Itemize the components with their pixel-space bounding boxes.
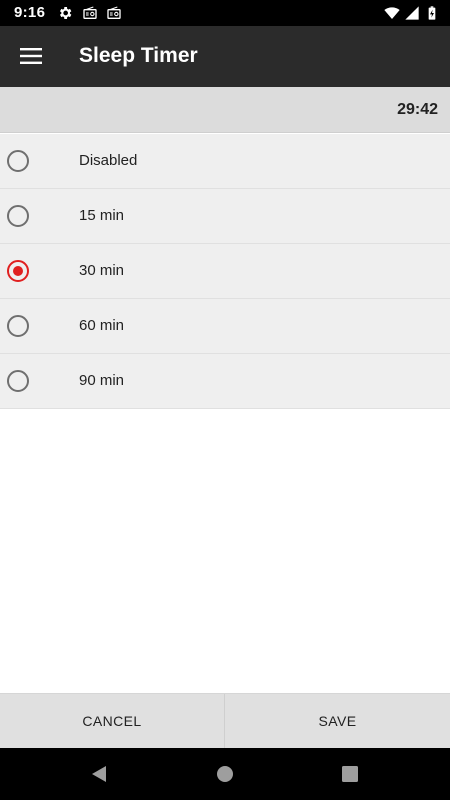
radio-button[interactable] bbox=[7, 205, 29, 227]
save-button[interactable]: SAVE bbox=[225, 694, 450, 748]
option-60-min[interactable]: 60 min bbox=[0, 299, 450, 354]
radio-button[interactable] bbox=[7, 370, 29, 392]
option-label: 15 min bbox=[79, 207, 125, 224]
timer-options-list: Disabled 15 min 30 min 60 min 90 min bbox=[0, 134, 450, 409]
option-label: Disabled bbox=[79, 152, 138, 169]
button-bar: CANCEL SAVE bbox=[0, 693, 450, 748]
cancel-button[interactable]: CANCEL bbox=[0, 694, 225, 748]
option-disabled[interactable]: Disabled bbox=[0, 134, 450, 189]
home-icon[interactable] bbox=[215, 764, 235, 784]
option-label: 90 min bbox=[79, 372, 125, 389]
option-15-min[interactable]: 15 min bbox=[0, 189, 450, 244]
recents-icon[interactable] bbox=[340, 764, 360, 784]
radio-icon bbox=[83, 6, 97, 19]
radio-button-selected[interactable] bbox=[7, 260, 29, 282]
battery-charging-icon bbox=[428, 6, 436, 20]
remaining-time-bar: 29:42 bbox=[0, 87, 450, 133]
back-icon[interactable] bbox=[89, 764, 109, 784]
status-bar: 9:16 bbox=[0, 0, 450, 26]
status-time: 9:16 bbox=[14, 4, 46, 21]
option-label: 60 min bbox=[79, 317, 125, 334]
radio-icon bbox=[107, 6, 121, 19]
option-label: 30 min bbox=[79, 262, 125, 279]
wifi-icon bbox=[384, 7, 400, 19]
cellular-signal-icon bbox=[405, 6, 419, 20]
navigation-bar bbox=[0, 748, 450, 800]
settings-gear-icon bbox=[60, 7, 72, 19]
option-30-min[interactable]: 30 min bbox=[0, 244, 450, 299]
app-bar: Sleep Timer bbox=[0, 26, 450, 87]
radio-button[interactable] bbox=[7, 315, 29, 337]
radio-button[interactable] bbox=[7, 150, 29, 172]
option-90-min[interactable]: 90 min bbox=[0, 354, 450, 409]
page-title: Sleep Timer bbox=[79, 44, 198, 67]
hamburger-menu-icon[interactable] bbox=[20, 46, 42, 66]
remaining-time: 29:42 bbox=[397, 101, 438, 118]
radio-selected-dot bbox=[13, 266, 23, 276]
